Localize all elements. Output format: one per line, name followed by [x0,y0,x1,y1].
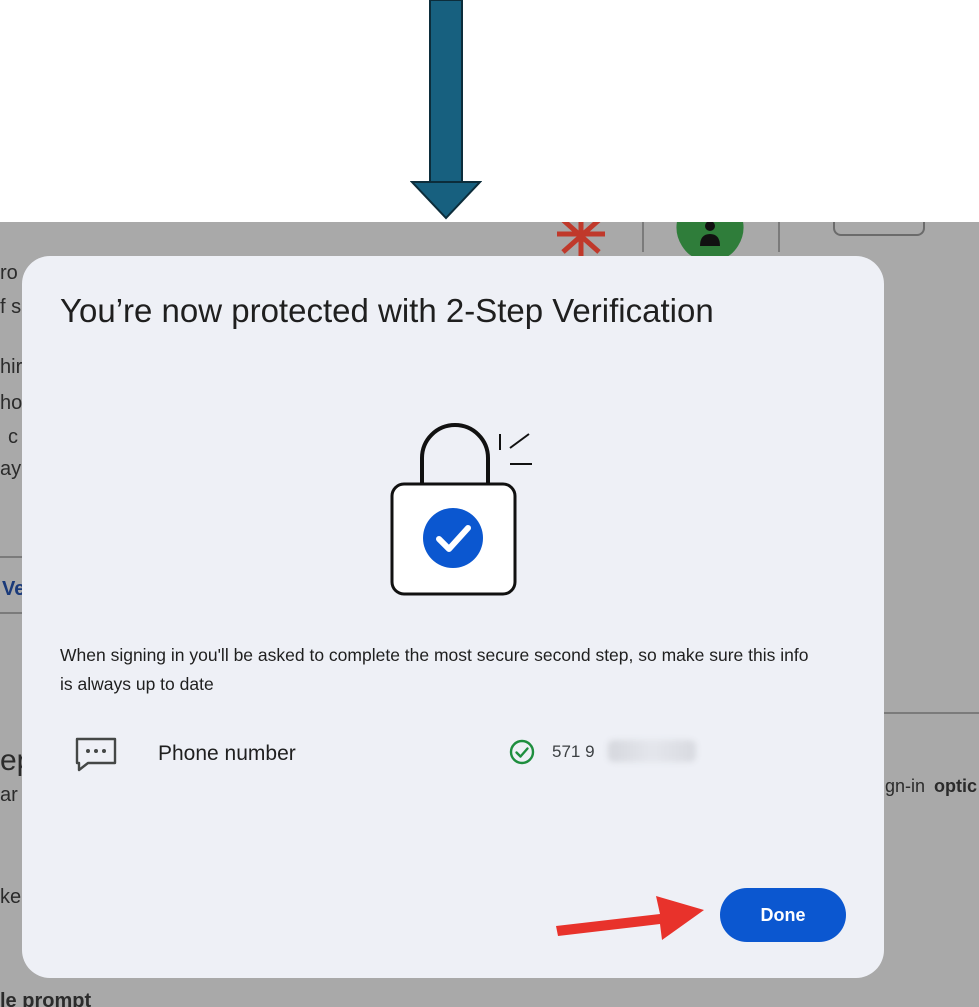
toolbar-button [833,222,925,236]
arrow-down-icon [410,0,482,220]
done-button[interactable]: Done [720,888,846,942]
method-row-phone: Phone number 571 9 [60,730,840,780]
lock-check-icon [390,423,532,596]
bg-text: ar [0,784,18,806]
bg-text: ho [0,392,23,414]
bg-text: f s [0,296,22,318]
bg-divider [0,556,22,558]
toolbar-divider [778,222,780,252]
arrow-right-icon [556,896,704,940]
check-circle-icon [509,739,535,765]
phone-number-redaction [608,740,696,762]
bg-text: ro [0,262,18,284]
bg-text: hir [0,356,23,378]
annotation-area [0,0,979,222]
dialog-description: When signing in you'll be asked to compl… [60,645,809,694]
toolbar-divider [642,222,644,252]
bg-text: ke [0,886,22,908]
bg-text: optic [934,776,977,796]
message-icon [75,737,117,772]
bg-text: c [8,426,18,448]
bg-text: ay [0,458,22,480]
bg-text: gn-in [885,776,926,796]
two-step-verification-dialog: You’re now protected with 2-Step Verific… [22,256,884,978]
bg-text: le prompt [0,990,92,1007]
phone-number-value: 571 9 [552,742,595,761]
dialog-title: You’re now protected with 2-Step Verific… [60,292,714,329]
bg-divider [884,712,979,714]
bg-divider [0,612,22,614]
method-label: Phone number [158,742,296,765]
